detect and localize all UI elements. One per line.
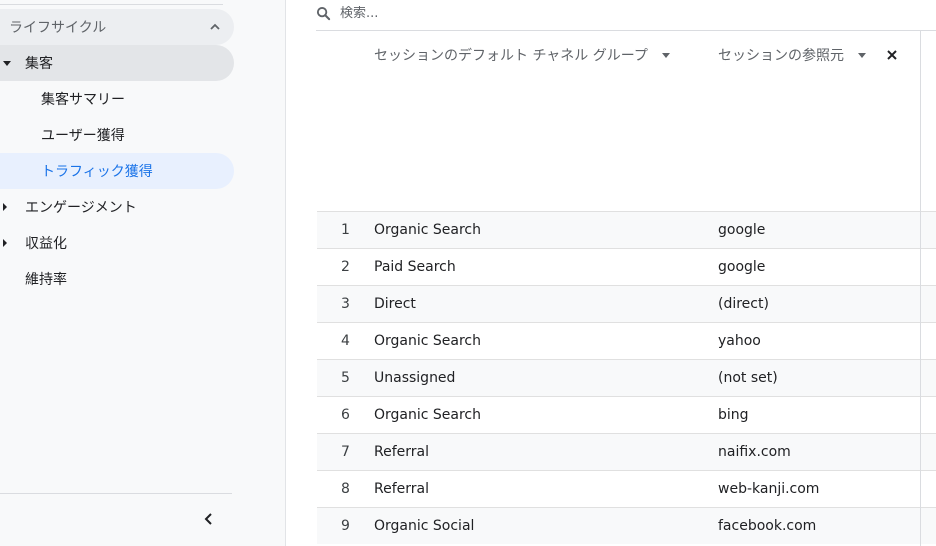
sidebar-item-acquisition[interactable]: 集客 [0,45,234,81]
sidebar-item-label: 維持率 [25,272,67,288]
sidebar-item-label: ユーザー獲得 [41,128,125,144]
collapse-sidebar-button[interactable] [198,508,220,530]
section-lifecycle-header[interactable]: ライフサイクル [0,9,234,45]
row-index: 2 [341,259,350,275]
row-index: 8 [341,481,350,497]
table-row[interactable]: 2 Paid Search google [317,248,936,285]
table-header: セッションのデフォルト チャネル グループ セッションの参照元 [317,31,936,211]
row-index: 3 [341,296,350,312]
search-icon [316,6,331,20]
cell-channel: Direct [374,296,416,312]
sidebar-item-engagement[interactable]: エンゲージメント [0,189,234,225]
table-row[interactable]: 5 Unassigned (not set) [317,359,936,396]
row-index: 5 [341,370,350,386]
sidebar-item-traffic-acquisition[interactable]: トラフィック獲得 [0,153,234,189]
table-row[interactable]: 7 Referral naifix.com [317,433,936,470]
data-table: セッションのデフォルト チャネル グループ セッションの参照元 1 Organi… [317,31,936,546]
cell-source: naifix.com [718,444,791,460]
sidebar-item-retention[interactable]: 維持率 [0,261,234,297]
row-index: 4 [341,333,350,349]
cell-source: (not set) [718,370,778,386]
table-row[interactable]: 4 Organic Search yahoo [317,322,936,359]
sidebar-item-acquisition-overview[interactable]: 集客サマリー [0,81,234,117]
row-index: 1 [341,222,350,238]
cell-channel: Referral [374,481,429,497]
cell-channel: Paid Search [374,259,456,275]
cell-source: yahoo [718,333,761,349]
cell-source: google [718,222,766,238]
cell-channel: Organic Search [374,222,482,238]
sidebar-item-label: 収益化 [25,236,67,252]
section-title: ライフサイクル [9,20,107,36]
table-row[interactable]: 3 Direct (direct) [317,285,936,322]
sidebar-item-label: 集客サマリー [41,92,125,108]
sidebar: ライフサイクル 集客 集客サマリー ユーザー獲得 トラフィック獲得 エンゲージメ… [0,0,286,546]
caret-right-icon[interactable] [3,203,7,211]
cell-channel: Organic Search [374,333,482,349]
sidebar-item-label: エンゲージメント [25,200,137,216]
caret-down-icon[interactable] [3,61,11,66]
cell-channel: Organic Search [374,407,482,423]
chevron-left-icon [204,513,212,525]
table-row[interactable]: 6 Organic Search bing [317,396,936,433]
table-row[interactable]: 9 Organic Social facebook.com [317,507,936,544]
table-row[interactable]: 1 Organic Search google [317,211,936,248]
column-divider [920,31,921,546]
cell-source: facebook.com [718,518,817,534]
row-index: 6 [341,407,350,423]
column-header-label: セッションのデフォルト チャネル グループ [374,48,648,64]
column-header-default-channel-group[interactable]: セッションのデフォルト チャネル グループ [374,45,670,65]
cell-channel: Unassigned [374,370,456,386]
chevron-up-icon[interactable] [208,20,222,34]
cell-channel: Organic Social [374,518,475,534]
table-row[interactable]: 8 Referral web-kanji.com [317,470,936,507]
cell-source: bing [718,407,749,423]
divider [0,4,223,5]
divider [0,493,232,494]
cell-source: google [718,259,766,275]
sidebar-item-monetization[interactable]: 収益化 [0,225,234,261]
dropdown-arrow-icon[interactable] [661,52,670,58]
main-content: セッションのデフォルト チャネル グループ セッションの参照元 1 Organi… [286,0,936,546]
caret-right-icon[interactable] [3,239,7,247]
cell-source: (direct) [718,296,769,312]
sidebar-item-user-acquisition[interactable]: ユーザー獲得 [0,117,234,153]
dropdown-arrow-icon[interactable] [858,52,866,58]
row-index: 7 [341,444,350,460]
column-header-label: セッションの参照元 [718,48,844,64]
row-index: 9 [341,518,350,534]
sidebar-item-label: トラフィック獲得 [41,164,153,180]
column-header-session-source[interactable]: セッションの参照元 [718,45,866,65]
search-input[interactable] [340,5,640,21]
cell-channel: Referral [374,444,429,460]
cell-source: web-kanji.com [718,481,820,497]
close-icon[interactable] [885,48,899,62]
table-body: 1 Organic Search google 2 Paid Search go… [317,211,936,544]
search-bar[interactable] [316,0,936,26]
sidebar-item-label: 集客 [25,56,53,72]
